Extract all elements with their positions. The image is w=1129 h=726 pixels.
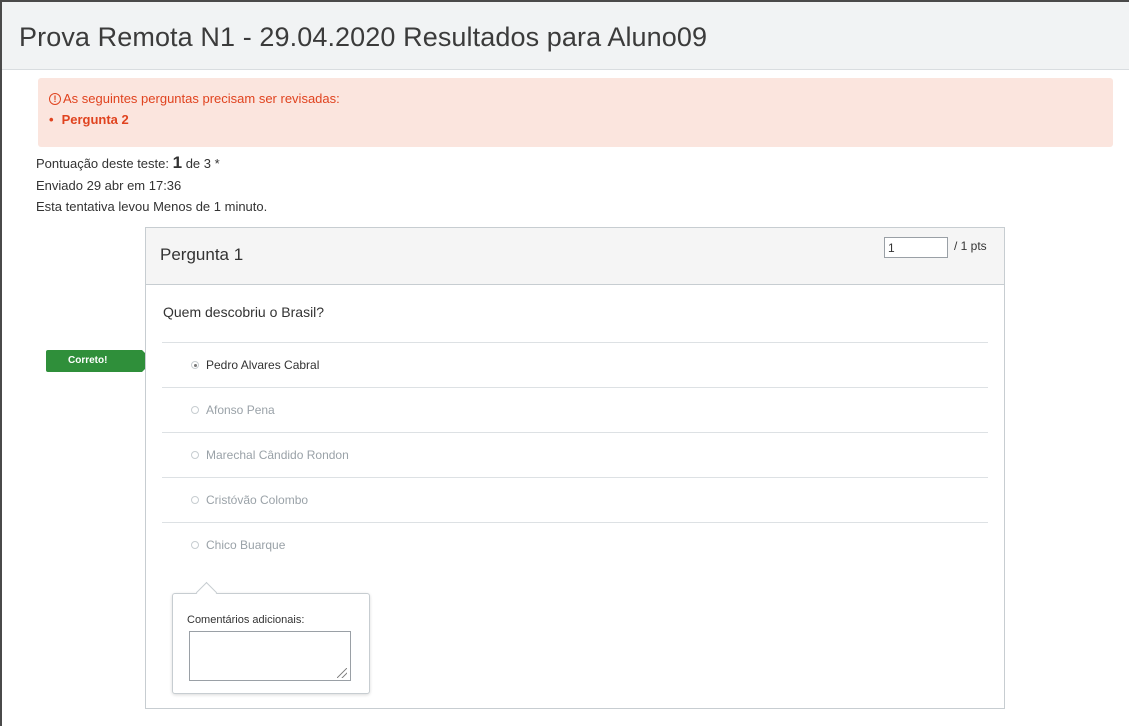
answer-option[interactable]: Marechal Cândido Rondon bbox=[162, 432, 988, 477]
correct-answer-tag: Correto! bbox=[46, 350, 153, 372]
radio-icon bbox=[191, 496, 199, 504]
question-header: Pergunta 1 / 1 pts bbox=[146, 228, 1004, 285]
question-text: Quem descobriu o Brasil? bbox=[163, 304, 325, 320]
exclamation-circle-icon: ! bbox=[49, 92, 61, 105]
alert-list: • Pergunta 2 bbox=[49, 112, 129, 127]
points-input[interactable] bbox=[884, 237, 948, 258]
review-alert: ! As seguintes perguntas precisam ser re… bbox=[38, 78, 1113, 147]
submitted-line: Enviado 29 abr em 17:36 bbox=[36, 178, 182, 193]
score-value: 1 bbox=[172, 153, 183, 172]
radio-selected-icon bbox=[191, 361, 199, 369]
answer-option[interactable]: Afonso Pena bbox=[162, 387, 988, 432]
resize-grip-icon[interactable] bbox=[337, 668, 347, 678]
page-title: Prova Remota N1 - 29.04.2020 Resultados … bbox=[19, 22, 708, 52]
score-line: Pontuação deste teste: 1 de 3 * bbox=[36, 153, 220, 172]
alert-message: As seguintes perguntas precisam ser revi… bbox=[63, 91, 340, 106]
question-card: Pergunta 1 / 1 pts Quem descobriu o Bras… bbox=[145, 227, 1005, 709]
answer-option[interactable]: Pedro Alvares Cabral bbox=[162, 342, 988, 387]
radio-icon bbox=[191, 451, 199, 459]
answer-option[interactable]: Chico Buarque bbox=[162, 522, 988, 567]
comments-popover: Comentários adicionais: bbox=[172, 593, 370, 694]
points-label: / 1 pts bbox=[954, 239, 987, 253]
question-title: Pergunta 1 bbox=[160, 245, 244, 264]
radio-icon bbox=[191, 406, 199, 414]
page-header: Prova Remota N1 - 29.04.2020 Resultados … bbox=[2, 2, 1129, 70]
answer-list: Pedro Alvares Cabral Afonso Pena Marecha… bbox=[162, 342, 988, 567]
radio-icon bbox=[191, 541, 199, 549]
alert-link-pergunta-2[interactable]: Pergunta 2 bbox=[62, 112, 129, 127]
answer-option[interactable]: Cristóvão Colombo bbox=[162, 477, 988, 522]
comments-textarea[interactable] bbox=[189, 631, 351, 681]
duration-line: Esta tentativa levou Menos de 1 minuto. bbox=[36, 199, 268, 214]
comments-label: Comentários adicionais: bbox=[187, 614, 305, 626]
